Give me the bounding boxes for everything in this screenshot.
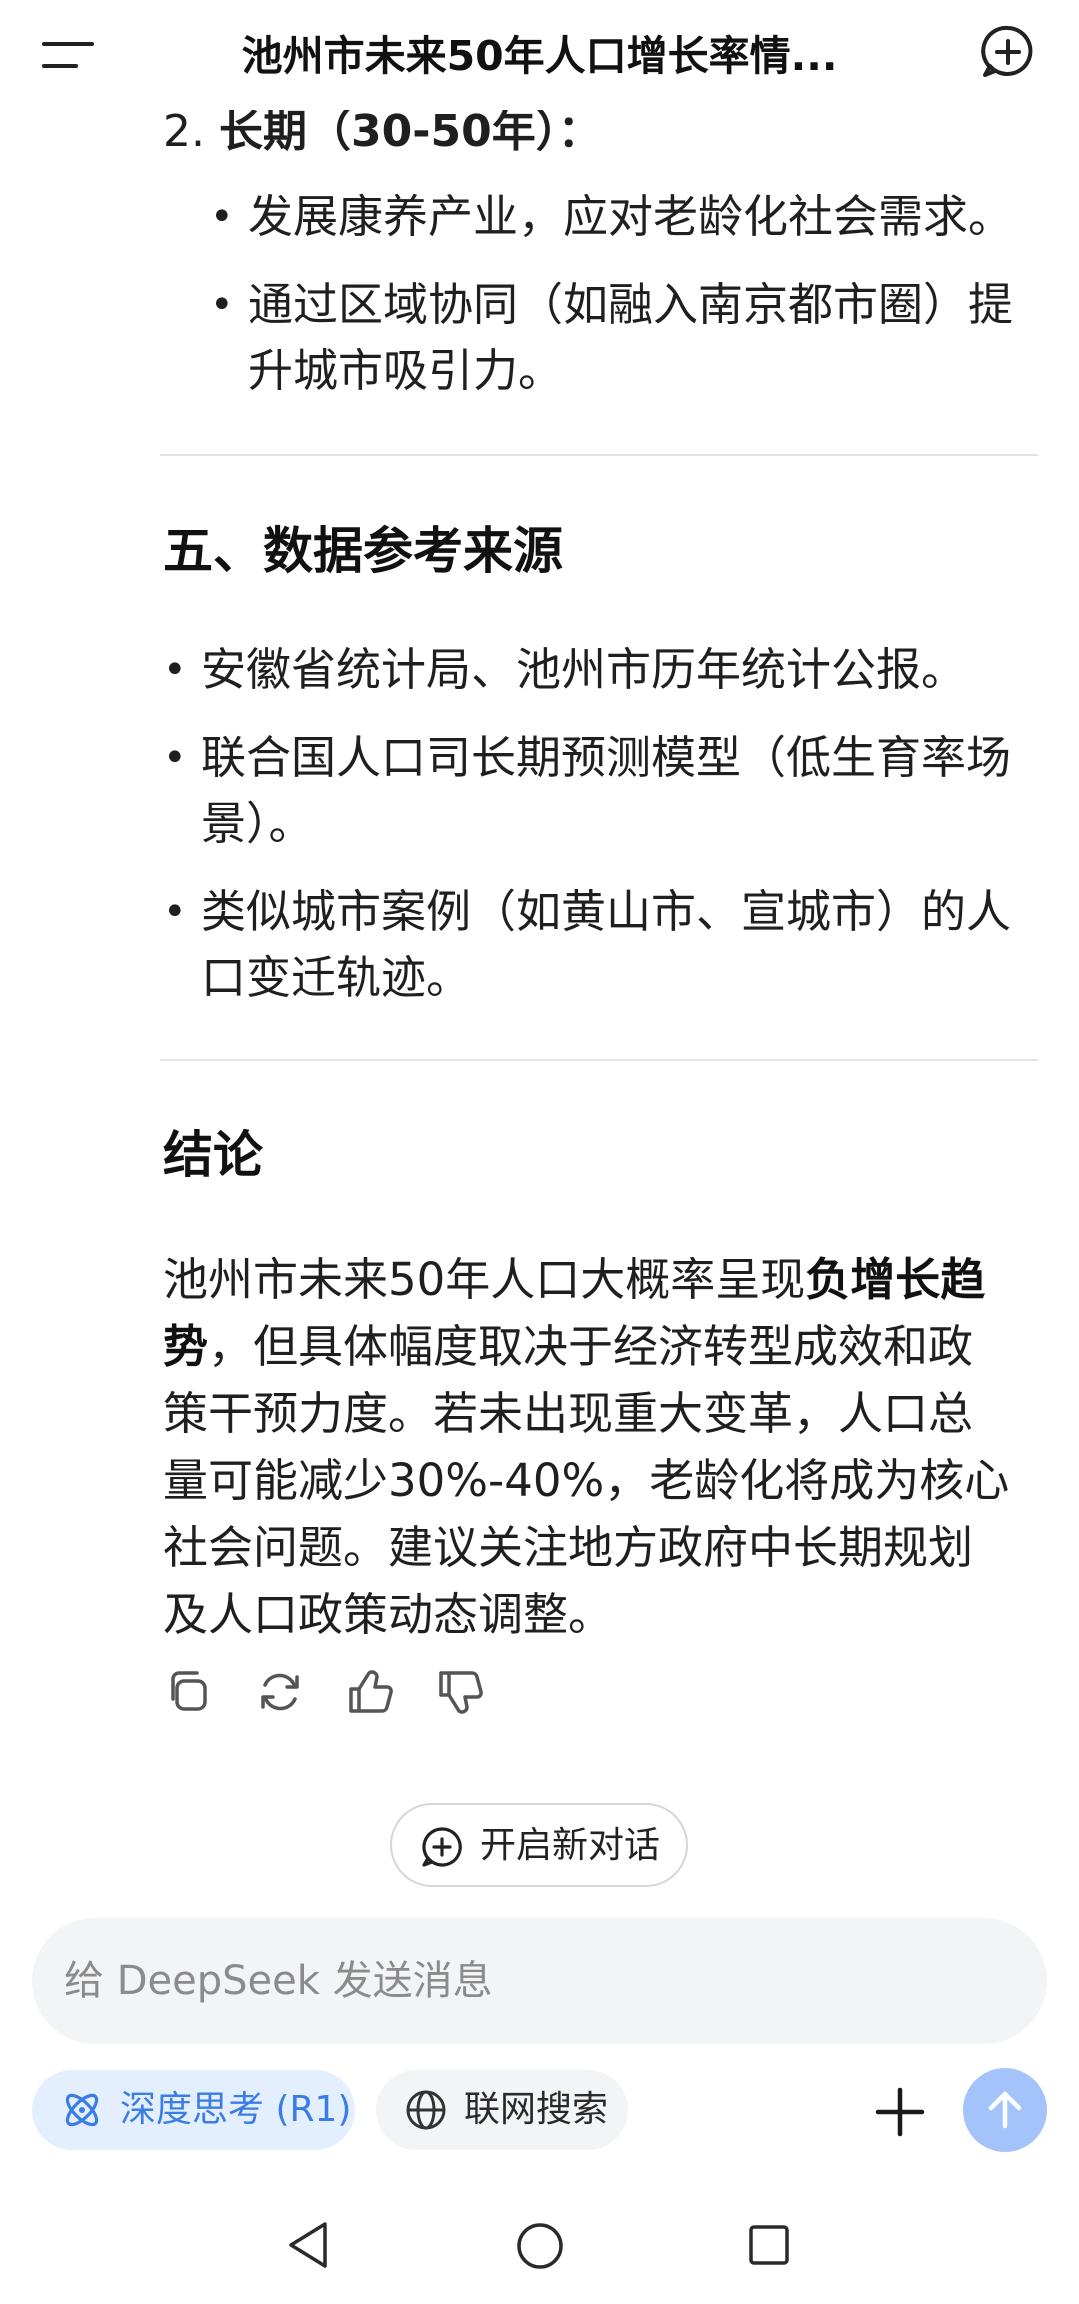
conclusion-paragraph: 池州市未来50年人口大概率呈现负增长趋 势，但具体幅度取决于经济转型成效和政 策… <box>163 1246 1041 1648</box>
recents-icon[interactable] <box>748 2224 790 2266</box>
conclusion-line: 池州市未来50年人口大概率呈现负增长趋 <box>163 1246 1041 1313</box>
section-divider <box>160 454 1038 456</box>
web-search-label: 联网搜索 <box>464 2089 609 2130</box>
list-item-text: 景）。 <box>201 797 314 850</box>
thumbs-up-icon[interactable] <box>343 1665 397 1719</box>
atom-icon <box>65 2093 99 2127</box>
globe-icon <box>406 2090 446 2130</box>
conclusion-line: 势，但具体幅度取决于经济转型成效和政 <box>163 1313 1041 1380</box>
list-item-text: 安徽省统计局、池州市历年统计公报。 <box>201 643 967 696</box>
conclusion-emphasis: 势 <box>163 1320 209 1373</box>
home-icon[interactable] <box>515 2221 565 2271</box>
bullet-dot: • <box>210 282 234 328</box>
section-divider <box>160 1059 1038 1061</box>
message-input-placeholder: 给 DeepSeek 发送消息 <box>64 1958 493 2004</box>
list-item-text: 通过区域协同（如融入南京都市圈）提 <box>248 278 1014 331</box>
list-item: • 联合国人口司长期预测模型（低生育率场 景）。 <box>163 725 1051 857</box>
back-icon[interactable] <box>285 2218 331 2272</box>
list-item: • 发展康养产业，应对老龄化社会需求。 <box>210 184 1048 250</box>
bullet-dot: • <box>163 889 187 935</box>
bullet-dot: • <box>210 194 234 240</box>
list-item: • 类似城市案例（如黄山市、宣城市）的人 口变迁轨迹。 <box>163 879 1051 1011</box>
conclusion-line: 量可能减少30%-40%，老龄化将成为核心 <box>163 1454 1010 1507</box>
list-item-text: 联合国人口司长期预测模型（低生育率场 <box>201 731 1012 784</box>
new-conversation-label: 开启新对话 <box>480 1825 661 1866</box>
new-chat-icon <box>422 1827 462 1867</box>
deep-think-label: 深度思考 (R1) <box>120 2089 352 2130</box>
sub-point-title: 长期（30-50年）： <box>218 106 602 157</box>
regenerate-icon[interactable] <box>253 1665 307 1719</box>
conclusion-line: 及人口政策动态调整。 <box>163 1588 614 1641</box>
conclusion-title: 结论 <box>163 1126 263 1184</box>
deep-think-toggle[interactable]: 深度思考 (R1) <box>32 2070 355 2150</box>
list-item-text: 升城市吸引力。 <box>248 344 564 397</box>
message-input[interactable]: 给 DeepSeek 发送消息 <box>32 1918 1047 2044</box>
menu-icon[interactable] <box>40 36 96 76</box>
conclusion-emphasis: 负增长趋 <box>805 1253 986 1306</box>
copy-icon[interactable] <box>163 1665 217 1719</box>
list-item-text: 类似城市案例（如黄山市、宣城市）的人 <box>201 885 1012 938</box>
bullet-dot: • <box>163 735 187 781</box>
sub-point-heading: 2. 长期（30-50年）： <box>163 102 602 162</box>
conclusion-text: ，但具体幅度取决于经济转型成效和政 <box>208 1320 974 1373</box>
new-chat-icon[interactable] <box>980 24 1036 80</box>
arrow-up-icon <box>988 2091 1022 2129</box>
bullet-dot: • <box>163 647 187 693</box>
top-bar: 池州市未来50年人口增长率情... <box>0 0 1079 110</box>
sub-point-number: 2. <box>163 106 205 157</box>
list-item: • 安徽省统计局、池州市历年统计公报。 <box>163 637 1051 703</box>
conclusion-line: 策干预力度。若未出现重大变革，人口总 <box>163 1387 974 1440</box>
send-button[interactable] <box>963 2068 1047 2152</box>
list-item-text: 发展康养产业，应对老龄化社会需求。 <box>248 190 1014 243</box>
list-item-text: 口变迁轨迹。 <box>201 951 472 1004</box>
conclusion-text: 池州市未来50年人口大概率呈现 <box>163 1253 806 1306</box>
chat-screen: 2. 长期（30-50年）： • 发展康养产业，应对老龄化社会需求。 • 通过区… <box>0 0 1079 2304</box>
web-search-toggle[interactable]: 联网搜索 <box>376 2070 628 2150</box>
new-conversation-button[interactable]: 开启新对话 <box>390 1803 688 1887</box>
page-title: 池州市未来50年人口增长率情... <box>241 32 838 80</box>
thumbs-down-icon[interactable] <box>433 1665 487 1719</box>
conclusion-line: 社会问题。建议关注地方政府中长期规划 <box>163 1521 974 1574</box>
list-item: • 通过区域协同（如融入南京都市圈）提 升城市吸引力。 <box>210 272 1048 404</box>
section-title: 五、数据参考来源 <box>163 522 563 580</box>
attach-plus-icon[interactable] <box>872 2084 928 2140</box>
